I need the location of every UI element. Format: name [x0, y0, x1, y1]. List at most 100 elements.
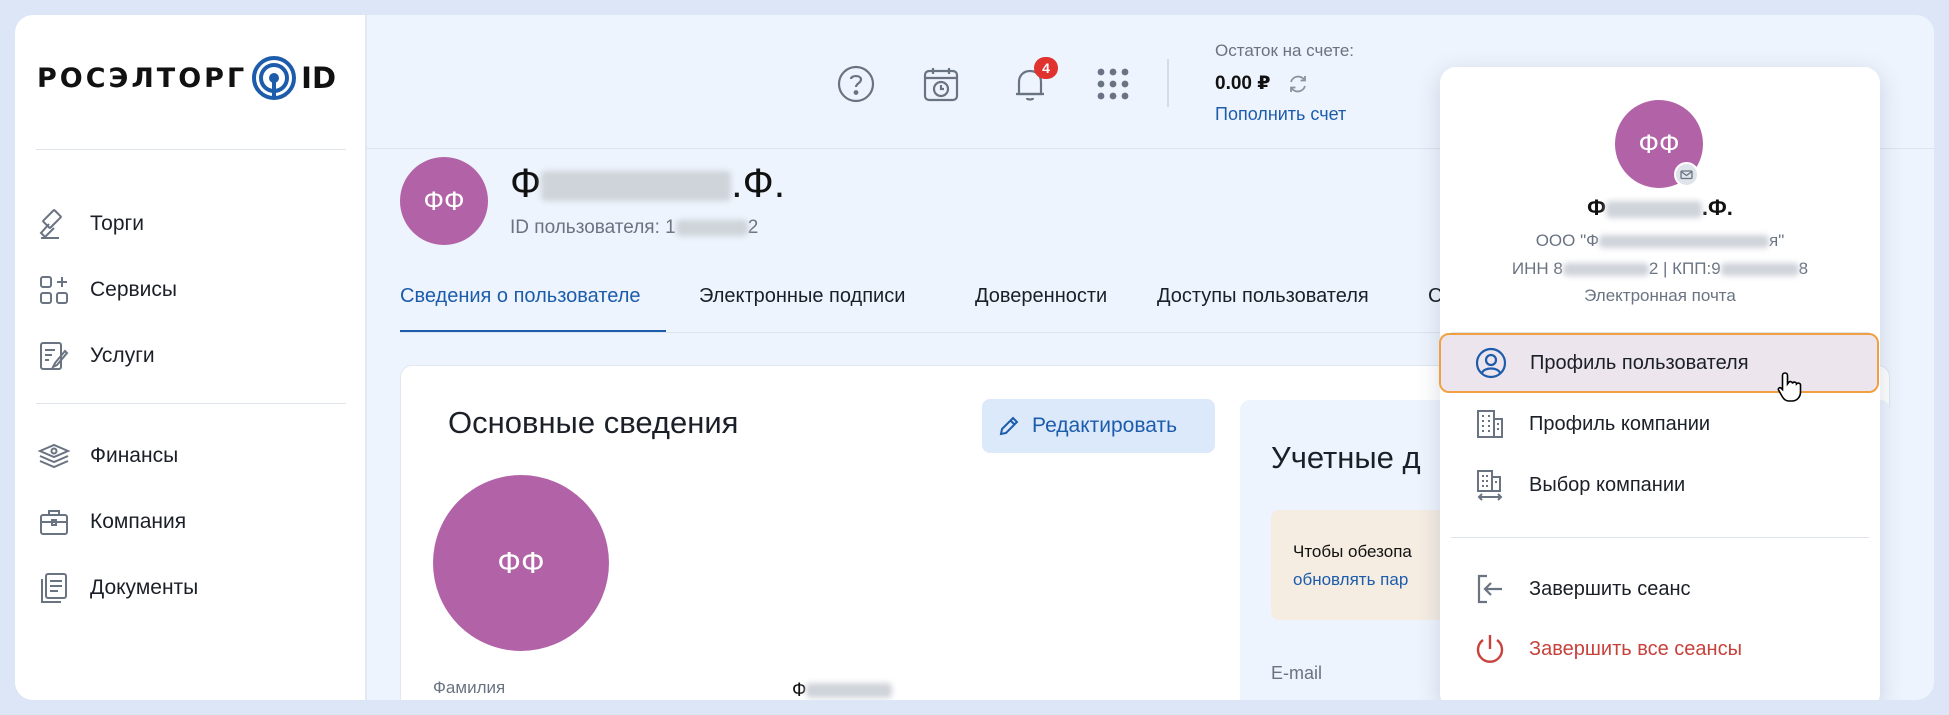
- user-id-label: ID пользователя: 1: [510, 217, 676, 238]
- tab-user-info[interactable]: Сведения о пользователе: [400, 285, 666, 333]
- building-switch-icon: [1477, 470, 1503, 501]
- dd-name-start: Ф: [1587, 195, 1606, 220]
- help-button[interactable]: [834, 62, 878, 106]
- field-label-surname: Фамилия: [433, 678, 506, 697]
- user-id: ID пользователя: 1 2: [510, 217, 758, 239]
- menu-select-company[interactable]: Выбор компании: [1440, 457, 1880, 513]
- documents-icon: [41, 573, 67, 603]
- redacted-inn: [1562, 263, 1649, 277]
- sidebar-item-dokumenty[interactable]: Документы: [37, 568, 198, 608]
- logo[interactable]: РОСЭЛТОРГ ID: [37, 53, 336, 103]
- menu-logout[interactable]: Завершить сеанс: [1440, 561, 1880, 617]
- menu-company-profile[interactable]: Профиль компании: [1440, 396, 1880, 452]
- calendar-button[interactable]: [919, 62, 963, 106]
- tab-powers-of-attorney[interactable]: Доверенности: [975, 285, 1107, 333]
- org-end: я": [1769, 231, 1785, 250]
- briefcase-icon: [40, 510, 68, 535]
- gavel-icon: [39, 209, 62, 239]
- services-grid-icon: [40, 276, 68, 304]
- redacted-surname: [806, 683, 893, 699]
- dropdown-email: Электронная почта: [1584, 286, 1736, 305]
- sidebar-item-torgi[interactable]: Торги: [37, 204, 144, 244]
- surname-start: Ф: [792, 680, 807, 700]
- dropdown-divider: [1451, 332, 1869, 333]
- menu-item-label: Профиль компании: [1529, 412, 1711, 435]
- redacted-kpp: [1720, 263, 1799, 277]
- inn-mid: 2 | КПП:9: [1648, 259, 1721, 278]
- logo-id: ID: [301, 61, 337, 95]
- sidebar-item-servisy[interactable]: Сервисы: [37, 270, 177, 310]
- app-frame: РОСЭЛТОРГ ID Торги Сервисы Услуги Финанс…: [15, 15, 1934, 700]
- sidebar-divider: [36, 149, 346, 150]
- user-name-start: Ф: [510, 160, 542, 206]
- power-icon: [1476, 635, 1504, 663]
- pencil-icon: [999, 416, 1019, 436]
- dropdown-user-name: Ф .Ф.: [1440, 195, 1880, 221]
- sidebar-item-finansy[interactable]: Финансы: [37, 436, 178, 476]
- org-start: ООО "Ф: [1535, 231, 1600, 250]
- sidebar-item-label: Документы: [90, 576, 199, 599]
- redacted-org: [1599, 235, 1770, 249]
- sidebar-item-label: Торги: [90, 212, 144, 235]
- card-title: Основные сведения: [448, 405, 739, 440]
- document-edit-icon: [40, 342, 69, 370]
- sidebar-item-label: Компания: [90, 510, 187, 533]
- menu-item-label: Профиль пользователя: [1530, 351, 1749, 374]
- balance-label: Остаток на счете:: [1215, 41, 1355, 60]
- apps-button[interactable]: [1091, 62, 1135, 106]
- mail-badge: [1674, 162, 1699, 187]
- user-circle-icon: [1475, 347, 1507, 379]
- warning-link[interactable]: обновлять пар: [1293, 570, 1408, 590]
- redacted-name: [1605, 200, 1702, 218]
- redacted-id: [675, 219, 748, 236]
- user-name-end: .Ф.: [731, 160, 786, 206]
- avatar-large[interactable]: ФФ: [433, 475, 609, 651]
- page-title: Ф .Ф.: [510, 160, 785, 207]
- dropdown-divider: [1451, 537, 1869, 538]
- tab-user-access[interactable]: Доступы пользователя: [1157, 285, 1369, 333]
- logo-text: РОСЭЛТОРГ: [37, 62, 248, 94]
- sidebar-item-kompaniya[interactable]: Компания: [37, 502, 186, 542]
- menu-item-label: Завершить сеанс: [1529, 577, 1691, 600]
- field-value-surname: Ф: [792, 680, 893, 700]
- menu-item-label: Завершить все сеансы: [1529, 637, 1742, 660]
- refresh-icon[interactable]: [1287, 73, 1309, 95]
- building-icon: [1477, 410, 1503, 438]
- notifications-button[interactable]: 4: [1008, 57, 1058, 106]
- email-label: E-mail: [1271, 663, 1323, 683]
- dropdown-inn-kpp: ИНН 8 2 | КПП:9 8: [1440, 259, 1880, 279]
- menu-item-label: Выбор компании: [1529, 473, 1686, 496]
- sidebar-item-label: Услуги: [90, 344, 155, 367]
- topup-link[interactable]: Пополнить счет: [1215, 104, 1346, 125]
- calendar-clock-icon: [923, 68, 959, 102]
- dropdown-org: ООО "Ф я": [1440, 231, 1880, 251]
- logo-mark-icon: [252, 56, 297, 100]
- mail-icon: [1680, 170, 1693, 180]
- notifications-badge: 4: [1034, 57, 1058, 79]
- sidebar-item-label: Сервисы: [90, 278, 178, 301]
- logout-icon: [1477, 574, 1502, 604]
- money-stack-icon: [37, 443, 71, 469]
- apps-grid-icon: [1097, 68, 1129, 100]
- menu-logout-all[interactable]: Завершить все сеансы: [1440, 621, 1880, 677]
- redacted-name: [541, 171, 732, 202]
- header-separator: [1167, 59, 1169, 107]
- credentials-title: Учетные д: [1271, 440, 1421, 475]
- edit-button-label: Редактировать: [1032, 414, 1178, 437]
- menu-user-profile[interactable]: Профиль пользователя: [1439, 333, 1879, 393]
- inn-start: ИНН 8: [1511, 259, 1563, 278]
- hand-cursor-icon: [1777, 372, 1802, 402]
- inn-end: 8: [1798, 259, 1809, 278]
- dd-name-end: .Ф.: [1701, 195, 1733, 220]
- edit-button[interactable]: Редактировать: [982, 399, 1215, 453]
- sidebar-item-label: Финансы: [90, 444, 179, 467]
- help-icon: [837, 65, 875, 103]
- sidebar-divider: [36, 403, 346, 404]
- balance-amount: 0.00 ₽: [1215, 73, 1271, 94]
- sidebar-item-uslugi[interactable]: Услуги: [37, 336, 155, 376]
- warning-text: Чтобы обезопа: [1293, 542, 1412, 561]
- tab-signatures[interactable]: Электронные подписи: [699, 285, 905, 333]
- avatar: ФФ: [400, 157, 488, 245]
- user-id-end: 2: [747, 217, 759, 238]
- sidebar: РОСЭЛТОРГ ID Торги Сервисы Услуги Финанс…: [15, 15, 367, 700]
